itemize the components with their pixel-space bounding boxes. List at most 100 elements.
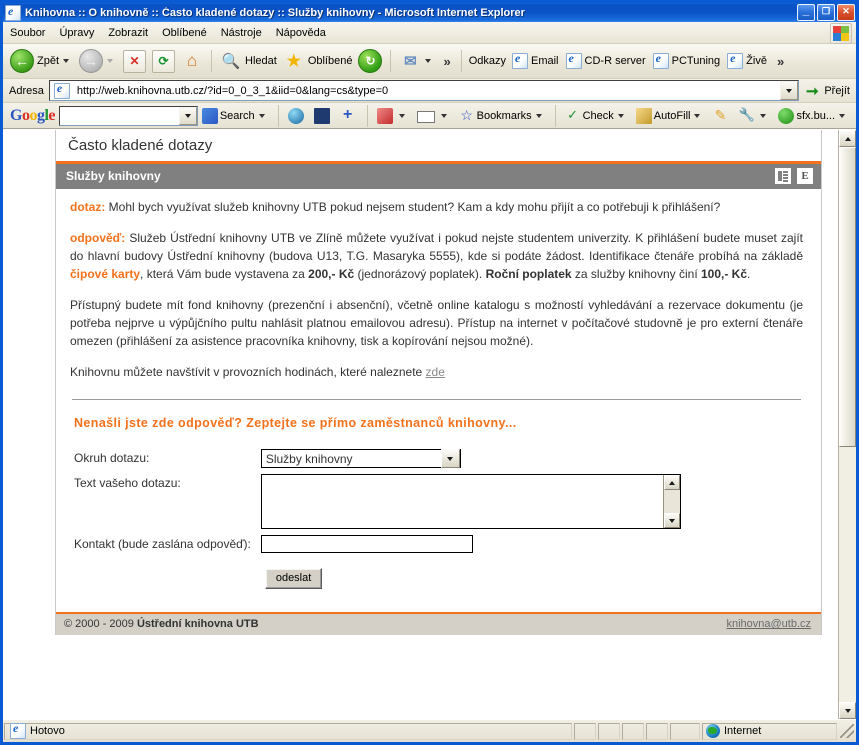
highlight-chevron-icon[interactable] [440,113,447,118]
form-row-text: Text vašeho dotazu: [74,471,681,532]
ask-heading: Nenašli jste zde odpověď? Zeptejte se př… [74,416,517,431]
form-row-submit: odeslat [74,556,681,592]
menu-item-napoveda[interactable]: Nápověda [269,25,333,41]
google-add-button[interactable]: + [338,106,360,124]
footer-org: Ústřední knihovna UTB [136,618,259,631]
web-page: Často kladené dotazy Služby knihovny E d… [3,130,838,719]
question-textarea[interactable] [260,474,681,530]
search-button[interactable]: 🔍 Hledat [217,47,280,75]
mail-icon: ✉ [404,53,417,70]
address-input[interactable]: http://web.knihovna.utb.cz/?id=0_0_3_1&i… [48,80,800,101]
google-search-input[interactable] [59,105,198,126]
mail-button[interactable]: ✉ [396,47,438,75]
google-scholar-button[interactable] [312,107,334,124]
topic-select[interactable]: Služby knihovny [260,449,461,469]
link-cdr-icon [565,51,582,69]
history-button[interactable]: ↻ [355,47,385,75]
go-button[interactable]: ➞ Přejít [799,82,854,100]
links-bar: Odkazy Email CD-R server PCTuning Živě » [467,51,789,69]
autofill-icon [635,107,652,124]
forward-dropdown-icon[interactable] [107,59,114,63]
menu-item-upravy[interactable]: Úpravy [52,25,101,41]
menu-item-oblibene[interactable]: Oblíbené [155,25,214,41]
favorites-button[interactable]: ★ Oblíbené [280,47,356,75]
menu-item-zobrazit[interactable]: Zobrazit [101,25,155,41]
google-pencil-button[interactable]: ✎ [710,108,732,124]
mail-dropdown-icon[interactable] [425,59,432,63]
google-account-button[interactable]: sfx.bu... [776,107,851,124]
google-search-button[interactable]: Search [200,107,271,124]
favorites-label: Oblíbené [307,55,353,67]
maximize-button[interactable]: ❐ [817,4,835,21]
opening-hours-link[interactable]: zde [426,365,445,379]
page-scroll-up-button[interactable] [839,130,856,147]
page-scroll-down-button[interactable] [839,702,856,719]
link-cdr-server[interactable]: CD-R server [565,51,646,69]
google-popup-blocker-button[interactable] [286,107,308,124]
page-scrollbar[interactable] [838,130,856,719]
print-icon[interactable] [775,168,791,184]
minimize-button[interactable]: _ [797,4,815,21]
google-separator-1 [277,104,279,127]
address-dropdown-button[interactable] [780,81,799,100]
google-bookmarks-button[interactable]: ☆ Bookmarks [457,108,548,124]
answer-paragraph-2: Přístupný budete mít fond knihovny (prez… [70,298,803,349]
export-e-icon[interactable]: E [797,168,813,184]
status-page-icon [10,721,26,739]
textarea-scrollbar[interactable] [662,475,680,529]
google-spellcheck-button[interactable]: ✓ Check [563,107,630,124]
menu-item-soubor[interactable]: Soubor [3,25,52,41]
page-scroll-track[interactable] [839,147,856,702]
menu-item-nastroje[interactable]: Nástroje [214,25,269,41]
status-slot-2 [598,722,620,740]
google-search-dropdown[interactable] [178,106,197,125]
link-pctuning-label: PCTuning [671,55,721,67]
link-pctuning[interactable]: PCTuning [652,51,721,69]
status-message: Hotovo [30,725,65,737]
account-chevron-icon[interactable] [839,113,846,118]
toolbar-overflow-button[interactable]: » [438,54,455,69]
back-dropdown-icon[interactable] [63,59,70,63]
google-search-chevron-icon[interactable] [258,113,265,118]
scroll-up-button[interactable] [663,475,680,491]
bookmarks-chevron-icon[interactable] [535,113,542,118]
refresh-button[interactable]: ⟳ [149,47,178,75]
status-zone-field: Internet [702,722,837,740]
question-label: dotaz: [70,200,106,214]
links-overflow-button[interactable]: » [772,54,789,69]
pagerank-chevron-icon[interactable] [398,113,405,118]
google-check-label: Check [582,109,614,122]
topic-select-chevron[interactable] [440,449,460,469]
link-email[interactable]: Email [512,51,559,69]
home-button[interactable]: ⌂ [178,47,206,75]
faq-body: dotaz: Mohl bych využívat služeb knihovn… [56,189,821,592]
back-button[interactable]: ← Zpět [7,47,76,75]
close-button[interactable]: ✕ [837,4,855,21]
submit-button[interactable]: odeslat [264,568,323,590]
topic-label: Okruh dotazu: [74,451,150,466]
link-zive[interactable]: Živě [727,51,767,69]
window-title: Knihovna :: O knihovně :: Často kladené … [25,6,525,19]
stop-button[interactable]: ✕ [120,47,149,75]
autofill-chevron-icon[interactable] [694,113,701,118]
page-scroll-thumb[interactable] [839,147,856,447]
google-highlight-button[interactable] [415,108,453,123]
resize-grip[interactable] [840,724,854,738]
check-chevron-icon[interactable] [617,113,624,118]
answer-price-1: 200,- Kč [308,267,355,282]
wrench-icon: 🔧 [738,106,755,122]
settings-chevron-icon[interactable] [760,113,767,118]
footer-email-link[interactable]: knihovna@utb.cz [726,618,811,630]
forward-button[interactable]: → [76,47,120,75]
google-autofill-button[interactable]: AutoFill [634,107,707,124]
maximize-icon: ❐ [821,6,831,16]
scroll-down-button[interactable] [663,513,680,529]
go-arrow-icon: ➞ [806,82,819,100]
contact-input[interactable] [260,535,473,554]
link-pctuning-icon [652,51,669,69]
browser-window: Knihovna :: O knihovně :: Často kladené … [0,0,859,745]
form-row-topic: Okruh dotazu: Služby knihovny [74,446,681,471]
google-settings-button[interactable]: 🔧 [736,106,772,124]
triangle-up-icon [844,136,851,141]
google-pagerank-button[interactable] [375,107,411,124]
